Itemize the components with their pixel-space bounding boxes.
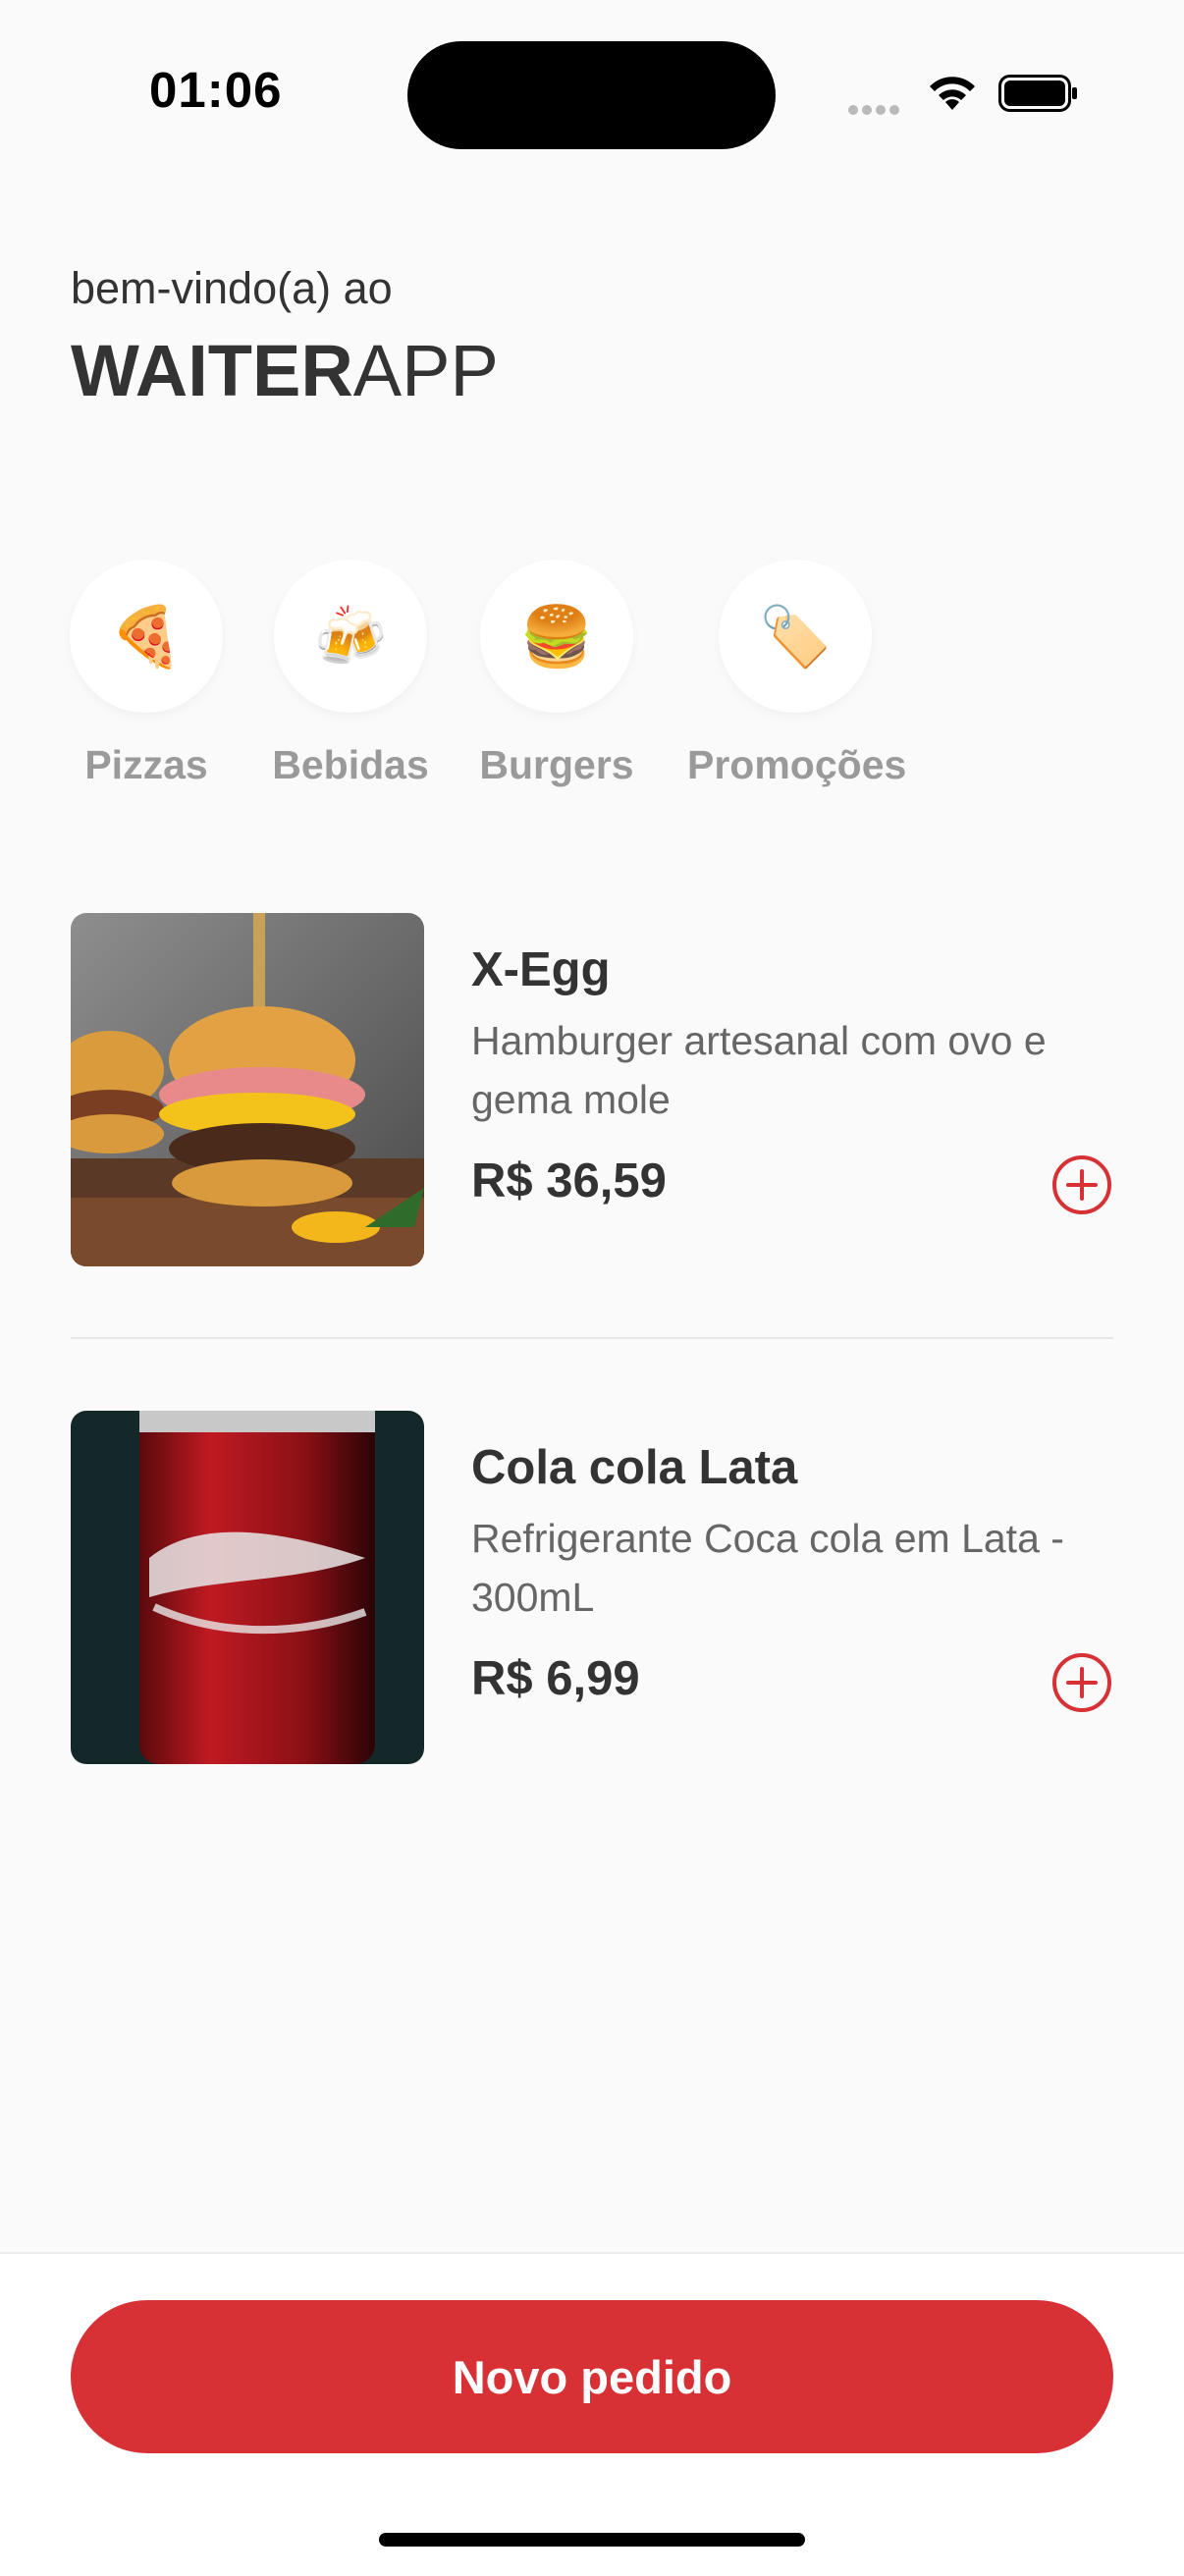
category-burgers[interactable]: 🍔 Burgers	[449, 560, 665, 788]
product-price: R$ 6,99	[471, 1652, 640, 1705]
category-label: Promoções	[687, 742, 907, 787]
product-price: R$ 36,59	[471, 1154, 667, 1208]
product-name: Cola cola Lata	[471, 1441, 798, 1494]
beer-icon: 🍻	[274, 560, 427, 713]
new-order-button[interactable]: Novo pedido	[71, 2300, 1113, 2453]
burger-icon: 🍔	[480, 560, 633, 713]
product-image-burger	[71, 913, 424, 1266]
product-item-cola[interactable]: Cola cola Lata Refrigerante Coca cola em…	[71, 1411, 1113, 1764]
product-item-x-egg[interactable]: X-Egg Hamburger artesanal com ovo e gema…	[71, 913, 1113, 1266]
category-promocoes[interactable]: 🏷️ Promoções	[687, 560, 907, 788]
wifi-icon	[930, 77, 975, 110]
add-to-cart-icon[interactable]	[1050, 1154, 1113, 1216]
status-time: 01:06	[149, 62, 283, 118]
product-description: Hamburger artesanal com ovo e gema mole	[471, 1018, 1047, 1122]
category-label: Pizzas	[84, 742, 208, 787]
welcome-text: bem-vindo(a) ao	[71, 263, 393, 313]
pizza-icon: 🍕	[70, 560, 223, 713]
divider	[71, 1337, 1113, 1339]
cellular-signal-icon	[848, 102, 907, 115]
product-description: Refrigerante Coca cola em Lata - 300mL	[471, 1516, 1064, 1620]
category-label: Burgers	[479, 742, 634, 787]
dynamic-island	[407, 41, 776, 149]
category-pizzas[interactable]: 🍕 Pizzas	[38, 560, 254, 788]
home-indicator	[379, 2533, 805, 2547]
category-label: Bebidas	[272, 742, 429, 787]
brand-bold: WAITER	[71, 330, 353, 411]
app-logo: WAITERAPP	[71, 329, 499, 412]
brand-light: APP	[352, 330, 499, 411]
tag-icon: 🏷️	[719, 560, 872, 713]
product-name: X-Egg	[471, 943, 611, 996]
add-to-cart-icon[interactable]	[1050, 1651, 1113, 1714]
product-image-cola-can	[71, 1411, 424, 1764]
battery-icon	[998, 75, 1077, 112]
category-bebidas[interactable]: 🍻 Bebidas	[242, 560, 458, 788]
